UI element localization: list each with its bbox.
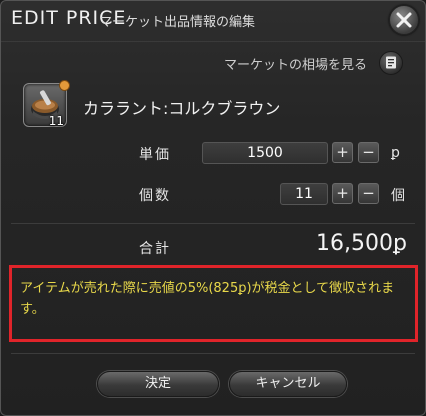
item-icon-slot[interactable]: 11: [23, 80, 70, 128]
confirm-button[interactable]: 決定: [97, 371, 219, 397]
quantity-label: 個数: [139, 188, 171, 204]
document-icon: [386, 56, 396, 69]
total-label: 合計: [139, 241, 171, 257]
quantity-increment-button[interactable]: +: [332, 183, 353, 204]
edit-price-window: EDIT PRICE マーケット出品情報の編集 マーケットの相場を見る 11 カ…: [0, 0, 426, 416]
divider: [11, 353, 415, 354]
currency-symbol: ꝑ: [391, 145, 400, 161]
unit-price-decrement-button[interactable]: −: [358, 142, 379, 163]
quantity-input[interactable]: 11: [280, 183, 328, 205]
unit-price-label: 単価: [139, 147, 171, 163]
window-subtitle: マーケット出品情報の編集: [99, 15, 256, 30]
item-quantity-badge: 11: [48, 114, 64, 128]
total-value: 16,500ꝑ: [316, 231, 407, 256]
close-button[interactable]: [389, 5, 419, 35]
tax-notice-highlight: アイテムが売れた際に売値の5%(825ꝑ)が税金として徴収されます。: [9, 265, 418, 342]
item-name: カララント:コルクブラウン: [83, 99, 281, 118]
close-icon: [396, 12, 412, 28]
title-bar: EDIT PRICE マーケット出品情報の編集: [1, 1, 425, 42]
cancel-button[interactable]: キャンセル: [229, 371, 347, 397]
market-price-link[interactable]: マーケットの相場を見る: [224, 54, 367, 73]
tax-notice-text: アイテムが売れた際に売値の5%(825ꝑ)が税金として徴収されます。: [20, 281, 395, 317]
market-board-button[interactable]: [379, 51, 403, 75]
divider: [11, 223, 415, 224]
unit-price-input[interactable]: 1500: [202, 142, 328, 164]
quantity-unit: 個: [391, 188, 405, 204]
unit-price-increment-button[interactable]: +: [332, 142, 353, 163]
item-status-dot: [59, 80, 70, 91]
quantity-decrement-button[interactable]: −: [358, 183, 379, 204]
